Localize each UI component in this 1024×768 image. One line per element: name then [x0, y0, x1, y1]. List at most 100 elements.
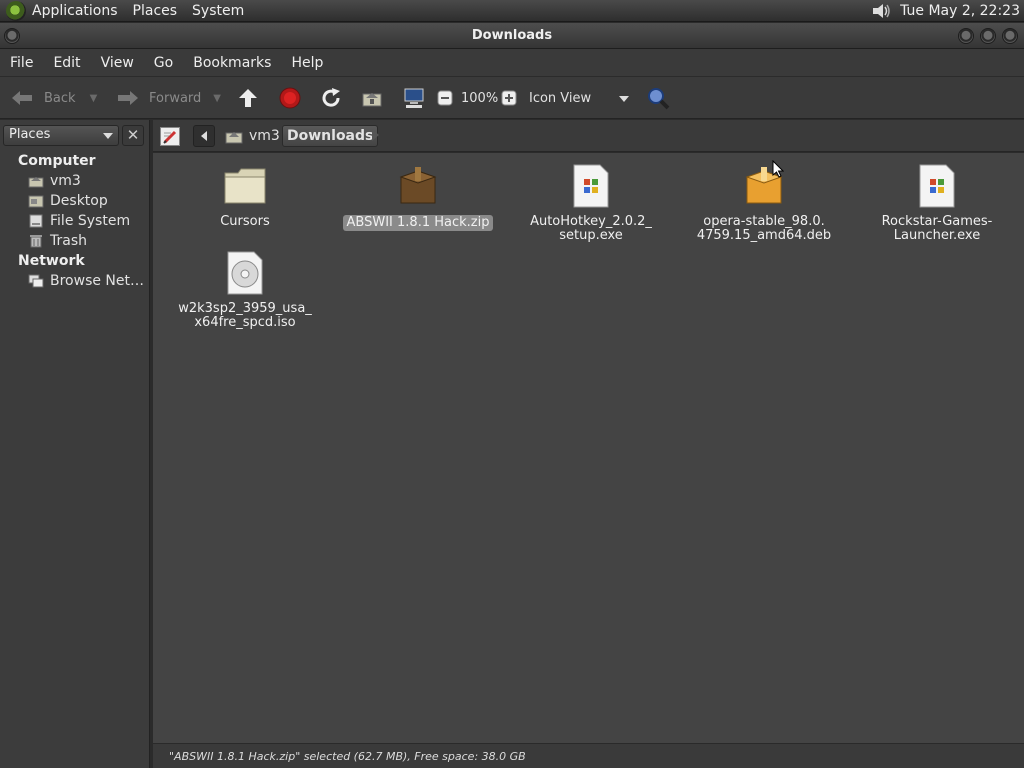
back-label: Back	[44, 90, 76, 106]
top-panel: Applications Places System Tue May 2, 22…	[0, 0, 1024, 22]
toolbar: Back ▼ Forward ▼ 100% Icon View	[0, 77, 1024, 119]
forward-arrow-icon	[118, 91, 138, 105]
forward-history-icon[interactable]: ▼	[213, 93, 221, 104]
section-computer: Computer	[18, 153, 96, 169]
sidebar-item-desktop[interactable]: Desktop	[28, 192, 108, 210]
window-title: Downloads	[471, 28, 553, 43]
sidebar-close-button[interactable]: ✕	[122, 125, 144, 146]
up-button[interactable]	[237, 77, 259, 119]
file-name: opera-stable_98.0. 4759.15_amd64.deb	[696, 214, 832, 243]
menu-go[interactable]: Go	[144, 55, 183, 71]
menu-edit[interactable]: Edit	[43, 55, 90, 71]
location-bar: vm3 Downloads	[153, 120, 1024, 152]
file-item-autohotkey-exe[interactable]: AutoHotkey_2.0.2_ setup.exe	[506, 163, 676, 243]
breadcrumb-vm3[interactable]: vm3	[221, 125, 284, 147]
chevron-down-icon	[103, 133, 113, 139]
breadcrumb-downloads[interactable]: Downloads	[282, 125, 379, 147]
sidebar-item-label: Browse Net…	[50, 273, 145, 289]
mouse-pointer-icon	[772, 160, 784, 178]
applications-menu[interactable]: Applications	[32, 3, 118, 19]
back-button[interactable]: Back ▼	[10, 77, 97, 119]
desktop-icon	[28, 195, 44, 208]
trash-icon	[30, 235, 42, 248]
system-menu[interactable]: System	[192, 3, 244, 19]
breadcrumb-scroll-left[interactable]	[193, 125, 215, 147]
sidebar-item-filesystem[interactable]: File System	[28, 212, 130, 230]
places-menu[interactable]: Places	[133, 3, 178, 19]
zoom-level-label: 100%	[461, 90, 499, 106]
pencil-icon	[163, 130, 177, 144]
status-text: "ABSWII 1.8.1 Hack.zip" selected (62.7 M…	[169, 750, 526, 763]
stop-button[interactable]	[279, 77, 301, 119]
location-edit-toggle[interactable]	[160, 127, 180, 146]
status-bar: "ABSWII 1.8.1 Hack.zip" selected (62.7 M…	[153, 743, 1024, 768]
back-arrow-icon	[12, 91, 32, 105]
breadcrumb-label: Downloads	[287, 128, 374, 144]
section-network: Network	[18, 253, 85, 269]
sidebar-item-label: File System	[50, 213, 131, 229]
maximize-button[interactable]	[980, 28, 996, 44]
window-titlebar[interactable]: Downloads	[0, 23, 1024, 49]
disc-image-icon	[222, 250, 268, 296]
reload-button[interactable]	[320, 77, 342, 119]
forward-label: Forward	[149, 90, 202, 106]
sidebar-item-label: Desktop	[50, 193, 108, 209]
sidebar-selector-label: Places	[9, 127, 51, 142]
search-icon	[648, 88, 670, 110]
sidebar-item-label: Trash	[50, 233, 87, 249]
archive-icon	[395, 163, 441, 209]
folder-icon	[222, 163, 268, 209]
reload-icon	[322, 88, 340, 107]
file-name: Rockstar-Games- Launcher.exe	[881, 214, 993, 243]
menu-file[interactable]: File	[0, 55, 43, 71]
view-mode-label: Icon View	[529, 90, 592, 106]
sidebar-item-browse-network[interactable]: Browse Net…	[28, 272, 144, 290]
close-window-button[interactable]	[1002, 28, 1018, 44]
zoom-out-button[interactable]	[437, 77, 453, 119]
zoom-level[interactable]: 100%	[461, 77, 498, 119]
up-arrow-icon	[239, 89, 257, 107]
file-item-cursors[interactable]: Cursors	[160, 163, 330, 229]
zoom-out-icon	[437, 90, 453, 106]
search-button[interactable]	[646, 77, 670, 119]
back-history-icon[interactable]: ▼	[90, 93, 98, 104]
sidebar-selector[interactable]: Places	[3, 125, 119, 146]
file-name: ABSWII 1.8.1 Hack.zip	[342, 215, 494, 231]
home-button[interactable]	[361, 77, 383, 119]
menu-bookmarks[interactable]: Bookmarks	[183, 55, 281, 71]
file-name: AutoHotkey_2.0.2_ setup.exe	[530, 214, 652, 243]
file-item-opera-deb[interactable]: opera-stable_98.0. 4759.15_amd64.deb	[679, 163, 849, 243]
stop-icon	[279, 87, 301, 109]
sidebar: Places ✕ Computer vm3 Desktop File Syste…	[0, 120, 150, 768]
gnome-foot-icon[interactable]	[6, 0, 26, 21]
computer-button[interactable]	[402, 77, 426, 119]
menu-help[interactable]: Help	[281, 55, 333, 71]
breadcrumb-label: vm3	[249, 128, 280, 144]
executable-icon	[568, 163, 614, 209]
file-name: Cursors	[220, 214, 270, 229]
file-name: w2k3sp2_3959_usa_ x64fre_spcd.iso	[178, 301, 312, 330]
breadcrumb-scroll-right[interactable]	[372, 129, 379, 141]
sidebar-item-vm3[interactable]: vm3	[28, 172, 81, 190]
file-item-rockstar-exe[interactable]: Rockstar-Games- Launcher.exe	[852, 163, 1022, 243]
home-folder-icon	[28, 177, 44, 188]
sidebar-item-trash[interactable]: Trash	[28, 232, 87, 250]
home-folder-icon	[225, 131, 243, 143]
executable-icon	[914, 163, 960, 209]
file-view[interactable]: Cursors ABSWII 1.8.1 Hack.zip AutoHotkey…	[153, 153, 1024, 743]
file-item-w2k3-iso[interactable]: w2k3sp2_3959_usa_ x64fre_spcd.iso	[160, 250, 330, 330]
volume-icon[interactable]	[870, 1, 892, 21]
computer-icon	[404, 88, 424, 108]
zoom-in-button[interactable]	[501, 77, 517, 119]
file-item-abswii-zip[interactable]: ABSWII 1.8.1 Hack.zip	[333, 163, 503, 231]
minimize-button[interactable]	[958, 28, 974, 44]
clock[interactable]: Tue May 2, 22:23	[900, 3, 1020, 19]
menu-view[interactable]: View	[91, 55, 144, 71]
panel-tray: Tue May 2, 22:23	[870, 0, 1020, 22]
view-mode-select[interactable]: Icon View	[529, 77, 635, 119]
network-icon	[28, 274, 44, 288]
menubar: File Edit View Go Bookmarks Help	[0, 49, 1024, 77]
forward-button[interactable]: Forward ▼	[116, 77, 221, 119]
chevron-down-icon	[619, 96, 629, 102]
home-folder-icon	[362, 93, 382, 107]
